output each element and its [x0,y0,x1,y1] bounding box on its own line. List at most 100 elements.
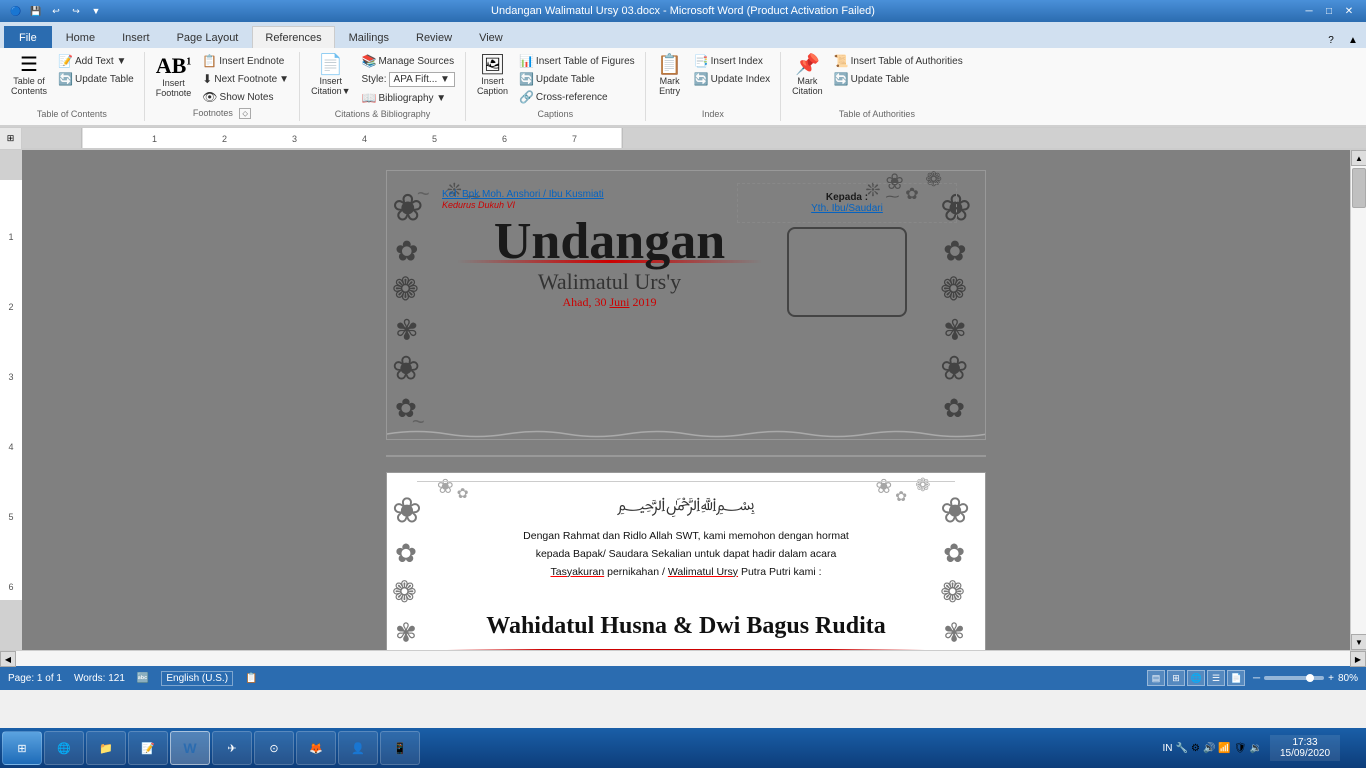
scroll-up-btn[interactable]: ▲ [1351,150,1366,166]
update-cap-icon: 🔄 [519,72,534,86]
update-table-cap-btn[interactable]: 🔄 Update Table [515,70,639,88]
taskbar-telegram[interactable]: ✈ [212,731,252,765]
tab-view[interactable]: View [466,26,516,48]
cross-reference-btn[interactable]: 🔗 Cross-reference [515,88,639,106]
title-bar-left: 🔵 💾 ↩ ↪ ▼ [8,3,104,19]
window-title: Undangan Walimatul Ursy 03.docx - Micros… [491,5,875,17]
close-btn[interactable]: ✕ [1340,3,1358,19]
tab-references[interactable]: References [252,26,334,48]
draft-btn[interactable]: 📄 [1227,670,1245,686]
outline-btn[interactable]: ☰ [1207,670,1225,686]
show-desktop-btn[interactable] [1344,730,1364,766]
insert-footnote-btn[interactable]: AB1 InsertFootnote [151,52,197,101]
group-inner-cite: 📄 InsertCitation▼ 📚 Manage Sources Style… [306,52,459,107]
save-quick-btn[interactable]: 💾 [28,3,44,19]
redo-btn[interactable]: ↪ [68,3,84,19]
mark-citation-btn[interactable]: 📌 MarkCitation [787,52,828,99]
zoom-slider[interactable] [1264,676,1324,680]
style-label: Style: [362,74,387,85]
tab-home[interactable]: Home [53,26,108,48]
language-btn[interactable]: English (U.S.) [161,671,233,686]
next-fn-icon: ⬇ [202,72,212,86]
zoom-area: ─ + 80% [1253,673,1358,684]
group-inner-auth: 📌 MarkCitation 📜 Insert Table of Authori… [787,52,967,107]
group-citations: 📄 InsertCitation▼ 📚 Manage Sources Style… [300,52,466,121]
minimize-btn[interactable]: ─ [1300,3,1318,19]
customize-btn[interactable]: ▼ [88,3,104,19]
group-authorities: 📌 MarkCitation 📜 Insert Table of Authori… [781,52,973,121]
table-of-contents-btn[interactable]: ☰ Table ofContents [6,52,52,99]
spell-check-icon[interactable]: 🔤 [137,673,149,684]
caption-label: InsertCaption [477,76,508,96]
taskbar-app8[interactable]: 👤 [338,731,378,765]
fn-dialog-btn[interactable]: ⬦ [239,108,251,119]
group-table-of-contents: ☰ Table ofContents 📝 Add Text ▼ 🔄 Update… [0,52,145,121]
insert-endnote-btn[interactable]: 📋 Insert Endnote [198,52,293,70]
ribbon-help-btn[interactable]: ? [1322,32,1340,48]
taskbar-ie[interactable]: 🌐 [44,731,84,765]
full-screen-btn[interactable]: ⊞ [1167,670,1185,686]
next-footnote-btn[interactable]: ⬇ Next Footnote ▼ [198,70,293,88]
update-table-toc-btn[interactable]: 🔄 Update Table [54,70,138,88]
taskbar-chrome[interactable]: ⊙ [254,731,294,765]
scroll-track[interactable] [1351,166,1366,634]
print-layout-btn[interactable]: ▤ [1147,670,1165,686]
taskbar-word[interactable]: W [170,731,210,765]
maximize-btn[interactable]: □ [1320,3,1338,19]
hscroll-left-btn[interactable]: ◀ [0,651,16,667]
taskbar-firefox[interactable]: 🦊 [296,731,336,765]
scroll-down-btn[interactable]: ▼ [1351,634,1366,650]
volume-icon[interactable]: 🔉 [1250,743,1262,754]
track-changes-icon[interactable]: 📋 [245,673,257,684]
tab-insert[interactable]: Insert [109,26,163,48]
vruler-svg: 1 2 3 4 5 6 [0,150,22,650]
taskbar-notepad[interactable]: 📝 [128,731,168,765]
update-table-auth-btn[interactable]: 🔄 Update Table [830,70,967,88]
update-index-btn[interactable]: 🔄 Update Index [690,70,774,88]
hscroll-track[interactable] [16,651,1350,666]
update-toc-icon: 🔄 [58,72,73,86]
web-layout-btn[interactable]: 🌐 [1187,670,1205,686]
tab-page-layout[interactable]: Page Layout [164,26,252,48]
biblio-label: Bibliography ▼ [378,93,446,104]
ribbon-minimize-btn[interactable]: ▲ [1344,32,1362,48]
ruler-svg: 1 2 3 4 5 6 7 [22,128,1366,149]
mark-entry-btn[interactable]: 📋 MarkEntry [652,52,688,99]
insert-caption-btn[interactable]: 🖼 InsertCaption [472,52,513,99]
start-button[interactable]: ⊞ [2,731,42,765]
scroll-thumb[interactable] [1352,168,1366,208]
taskbar-explorer[interactable]: 📁 [86,731,126,765]
tab-mailings[interactable]: Mailings [336,26,402,48]
zoom-level: 80% [1338,673,1358,684]
insert-tof-btn[interactable]: 📊 Insert Table of Figures [515,52,639,70]
style-value[interactable]: APA Fift... ▼ [389,72,455,87]
zoom-thumb[interactable] [1306,674,1314,682]
clock[interactable]: 17:33 15/09/2020 [1270,735,1340,761]
tray-icon3: ⚙ [1191,743,1200,754]
add-text-btn[interactable]: 📝 Add Text ▼ [54,52,138,70]
insert-citation-btn[interactable]: 📄 InsertCitation▼ [306,52,355,99]
taskbar-app9[interactable]: 📱 [380,731,420,765]
zoom-out-btn[interactable]: ─ [1253,673,1260,684]
show-notes-btn[interactable]: 👁 Show Notes [198,88,293,106]
style-btn[interactable]: Style: APA Fift... ▼ [358,70,459,89]
manage-sources-btn[interactable]: 📚 Manage Sources [358,52,459,70]
manage-src-label: Manage Sources [378,56,454,67]
svg-text:4: 4 [362,134,367,144]
insert-toa-btn[interactable]: 📜 Insert Table of Authorities [830,52,967,70]
manage-src-icon: 📚 [362,54,377,68]
tab-review[interactable]: Review [403,26,465,48]
svg-text:2: 2 [222,134,227,144]
group-inner-toc: ☰ Table ofContents 📝 Add Text ▼ 🔄 Update… [6,52,138,107]
ribbon: File Home Insert Page Layout References … [0,22,1366,128]
mark-cite-icon: 📌 [795,55,820,75]
zoom-in-btn[interactable]: + [1328,673,1334,684]
insert-idx-icon: 📑 [694,54,709,68]
insert-index-btn[interactable]: 📑 Insert Index [690,52,774,70]
network-icon[interactable]: 📶 [1218,743,1230,754]
undo-btn[interactable]: ↩ [48,3,64,19]
bibliography-btn[interactable]: 📖 Bibliography ▼ [358,89,459,107]
hscroll-right-btn[interactable]: ▶ [1350,651,1366,667]
toc-col: 📝 Add Text ▼ 🔄 Update Table [54,52,138,88]
tab-file[interactable]: File [4,26,52,48]
